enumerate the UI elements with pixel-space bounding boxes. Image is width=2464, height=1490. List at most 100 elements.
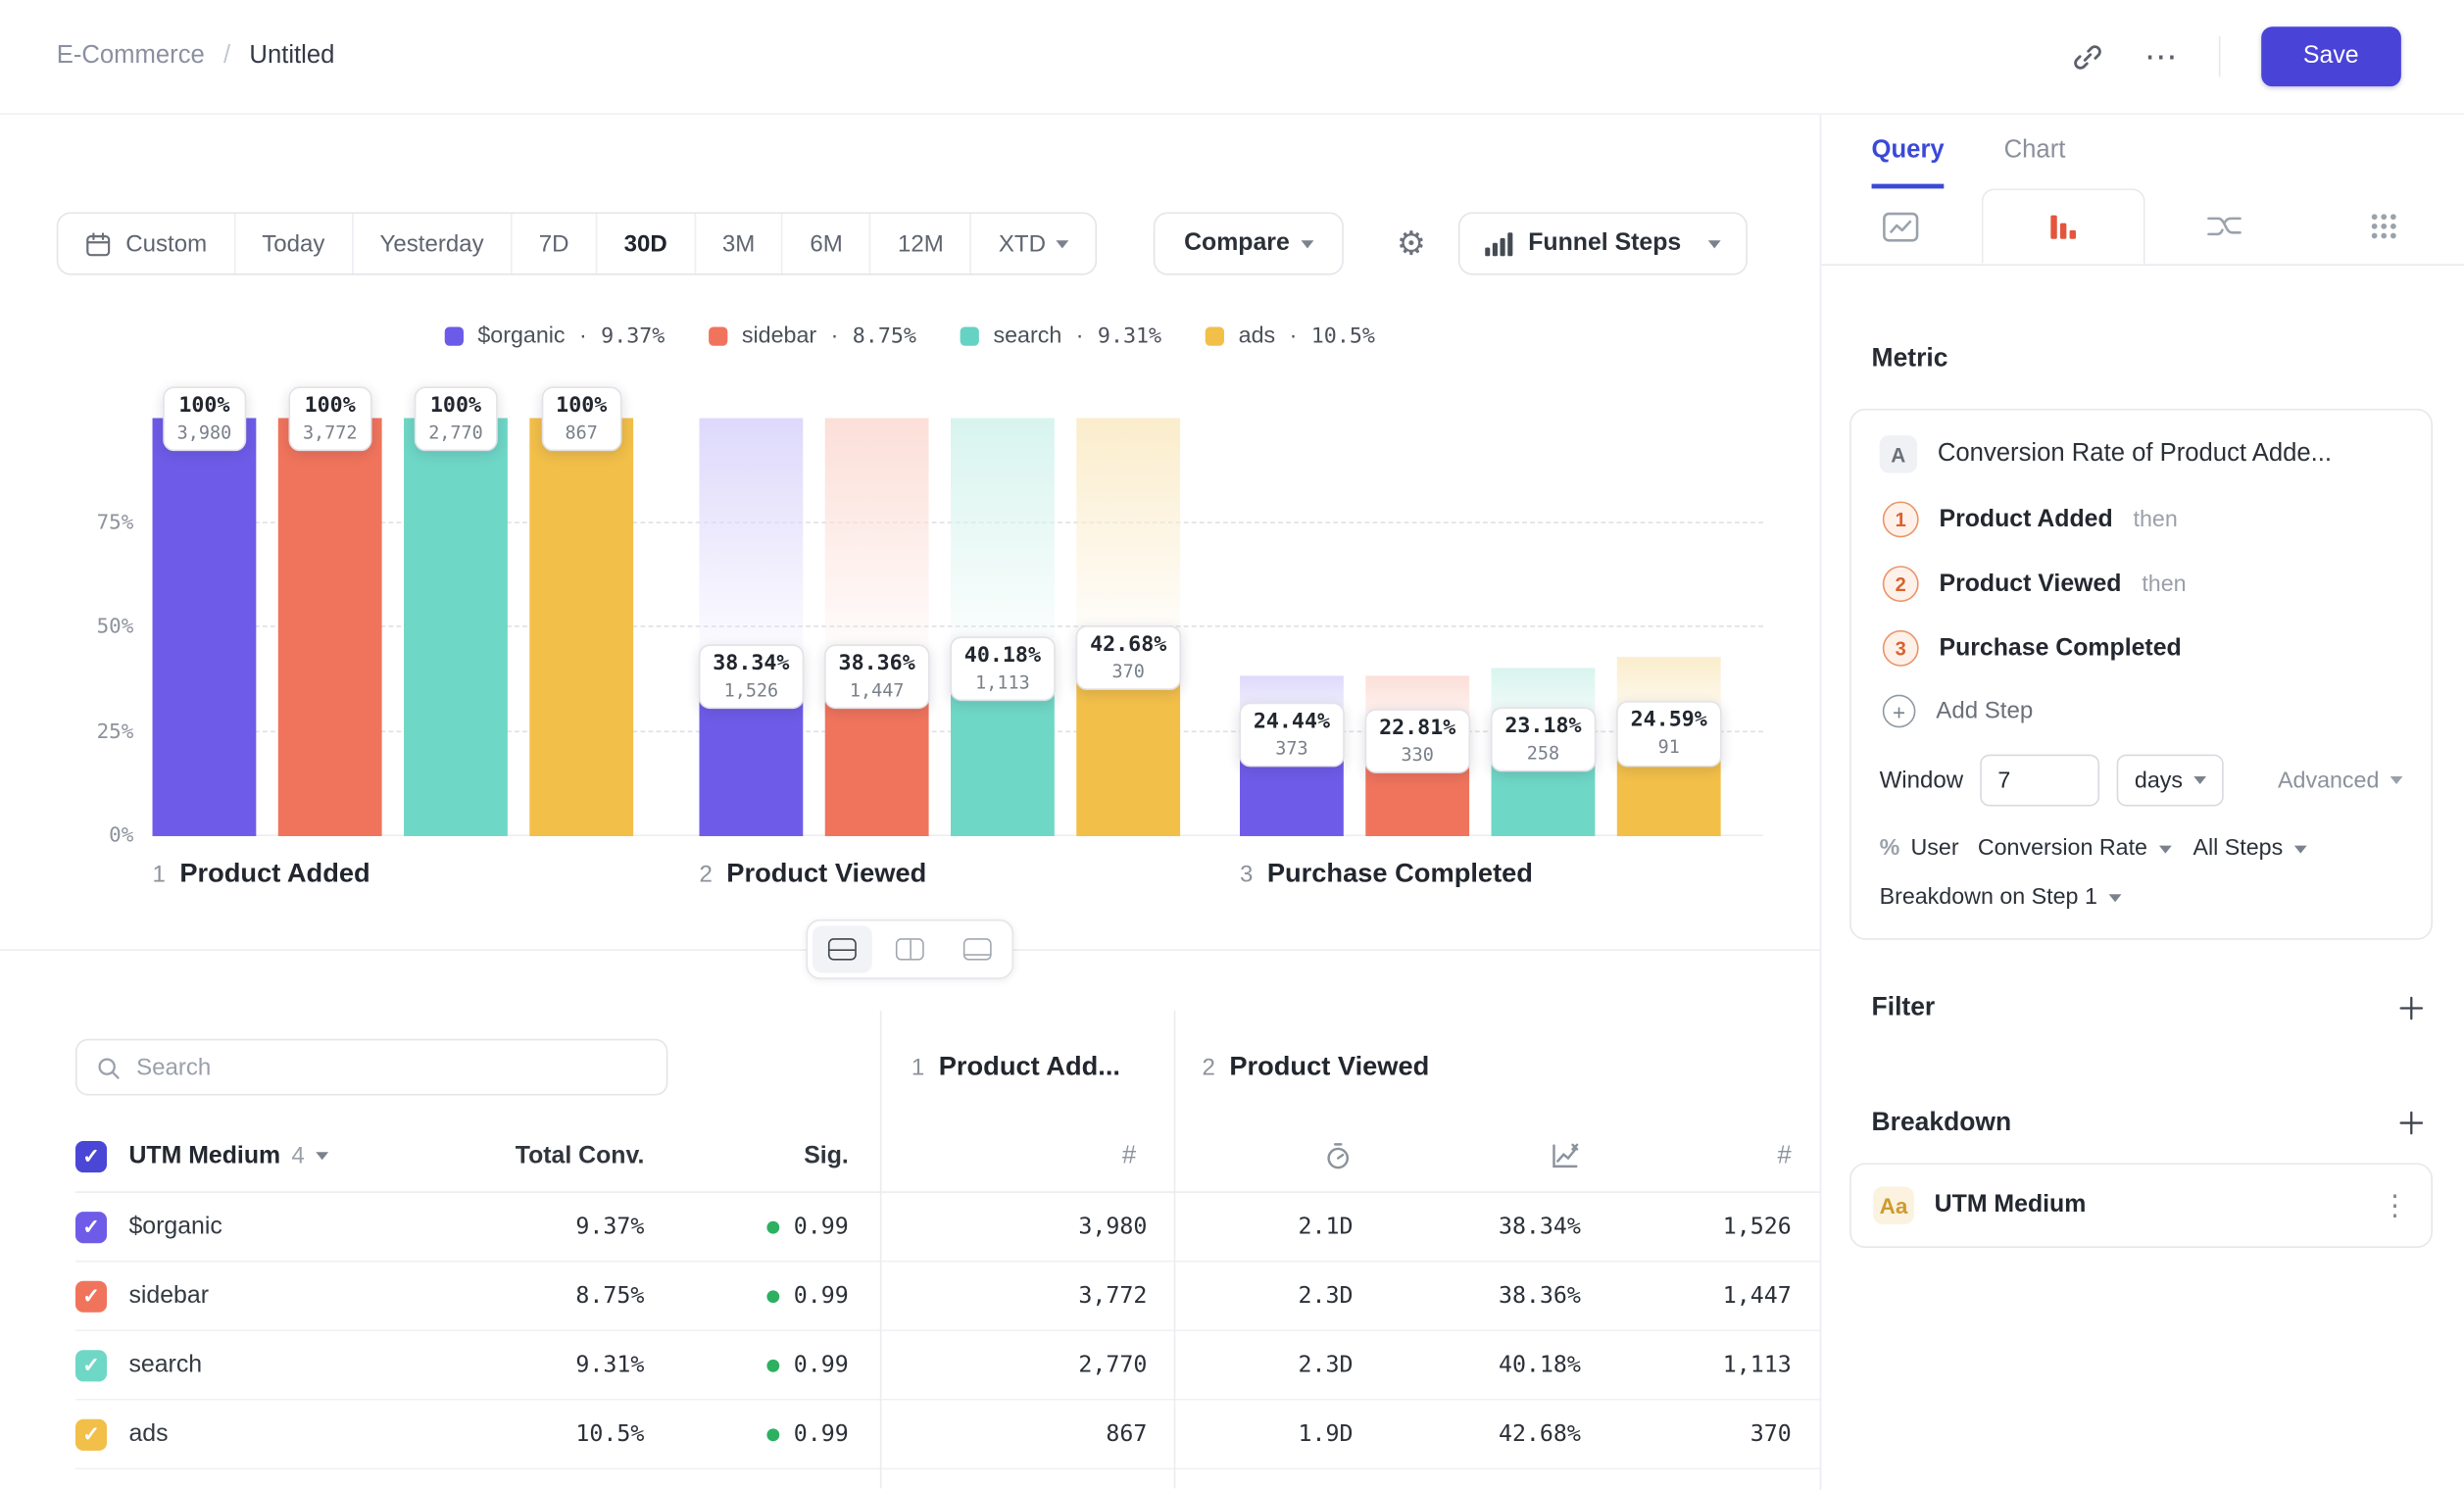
select-all-checkbox[interactable]: ✓ <box>75 1140 107 1171</box>
breakdown-column-header[interactable]: UTM Medium 4 <box>128 1142 487 1170</box>
view-split-horizontal-button[interactable] <box>813 925 872 972</box>
step2-conv-header[interactable] <box>1359 1141 1587 1170</box>
bar-chart-icon <box>2048 212 2077 240</box>
bar-remainder <box>1076 419 1180 658</box>
bar-ads-step3[interactable]: 24.59%91 <box>1617 418 1721 835</box>
breakdown-property-card[interactable]: Aa UTM Medium ⋮ <box>1849 1163 2433 1248</box>
add-filter-button[interactable] <box>2396 993 2426 1022</box>
bar-ads-step1[interactable]: 100%867 <box>529 418 633 835</box>
metric-step-2[interactable]: 2Product Viewedthen <box>1880 566 2403 602</box>
row-name[interactable]: $organic <box>128 1213 487 1241</box>
step-label-1: 1Product Added <box>153 858 370 889</box>
step2-time-header[interactable] <box>1174 1141 1359 1170</box>
query-panel: Query Chart Metric A <box>1820 115 2464 1490</box>
bar-chart-icon <box>1484 231 1512 257</box>
view-panel-bottom-button[interactable] <box>948 925 1008 972</box>
range-6m[interactable]: 6M <box>783 214 871 273</box>
window-unit-select[interactable]: days <box>2117 755 2223 807</box>
breakdown-step-dropdown[interactable]: Breakdown on Step 1 <box>1880 885 2403 911</box>
metric-step-3[interactable]: 3Purchase Completed <box>1880 630 2403 667</box>
window-input[interactable] <box>1981 755 2100 807</box>
metric-step-label: Product Viewed <box>1939 570 2121 598</box>
metric-title-row[interactable]: A Conversion Rate of Product Adde... <box>1880 435 2403 472</box>
legend-item-organic[interactable]: $organic·9.37% <box>445 323 665 349</box>
search-box[interactable] <box>75 1039 667 1096</box>
bar-fill <box>404 418 508 835</box>
callout-count: 3,980 <box>177 421 232 443</box>
total-conv-value: 8.75% <box>487 1283 644 1309</box>
breadcrumb-current[interactable]: Untitled <box>249 42 334 71</box>
range-yesterday[interactable]: Yesterday <box>353 214 512 273</box>
tab-line-chart[interactable] <box>1821 188 1981 264</box>
row-checkbox[interactable]: ✓ <box>75 1418 107 1450</box>
total-conv-label: Total Conv. <box>516 1142 645 1170</box>
bar-organic-step2[interactable]: 38.34%1,526 <box>699 418 803 835</box>
conversion-rate-dropdown[interactable]: Conversion Rate <box>1978 836 2171 862</box>
range-today[interactable]: Today <box>235 214 353 273</box>
compare-button[interactable]: Compare <box>1155 212 1344 274</box>
all-steps-dropdown[interactable]: All Steps <box>2193 836 2306 862</box>
bar-search-step3[interactable]: 23.18%258 <box>1492 418 1596 835</box>
tab-grid-chart[interactable] <box>2304 188 2464 264</box>
bar-callout: 38.34%1,526 <box>699 644 804 709</box>
row-checkbox[interactable]: ✓ <box>75 1211 107 1242</box>
gear-icon[interactable]: ⚙ <box>1397 224 1426 263</box>
step2-count-header[interactable]: # <box>1587 1142 1819 1170</box>
bar-organic-step1[interactable]: 100%3,980 <box>153 418 257 835</box>
row-checkbox[interactable]: ✓ <box>75 1280 107 1312</box>
range-xtd[interactable]: XTD <box>972 214 1097 273</box>
metric-step-suffix: then <box>2134 507 2178 532</box>
user-label[interactable]: User <box>1910 836 1958 862</box>
save-button[interactable]: Save <box>2261 26 2401 86</box>
range-label: 12M <box>898 230 944 257</box>
kebab-menu-icon[interactable]: ⋮ <box>2381 1189 2409 1222</box>
total-conv-header[interactable]: Total Conv. <box>487 1142 644 1170</box>
range-custom[interactable]: Custom <box>58 214 235 273</box>
table-rows: ✓$organic9.37%0.993,9802.1D38.34%1,526✓s… <box>0 1193 1820 1469</box>
hash-icon: # <box>1122 1142 1136 1170</box>
share-link-icon[interactable] <box>2071 40 2104 74</box>
step-labels-row: 1Product Added2Product Viewed3Purchase C… <box>153 836 1820 909</box>
row-name[interactable]: search <box>128 1351 487 1379</box>
bar-sidebar-step3[interactable]: 22.81%330 <box>1365 418 1469 835</box>
bar-search-step2[interactable]: 40.18%1,113 <box>951 418 1055 835</box>
row-name[interactable]: ads <box>128 1420 487 1449</box>
step2-count: 1,526 <box>1587 1215 1819 1240</box>
tab-chart[interactable]: Chart <box>2004 115 2066 188</box>
row-checkbox[interactable]: ✓ <box>75 1349 107 1380</box>
range-30d[interactable]: 30D <box>597 214 695 273</box>
add-step-button[interactable]: + Add Step <box>1880 695 2403 728</box>
bar-sidebar-step2[interactable]: 38.36%1,447 <box>825 418 929 835</box>
metric-step-1[interactable]: 1Product Addedthen <box>1880 501 2403 537</box>
chart-type-button[interactable]: Funnel Steps <box>1457 212 1748 274</box>
legend-item-ads[interactable]: ads·10.5% <box>1206 323 1375 349</box>
sig-header[interactable]: Sig. <box>644 1142 879 1170</box>
breadcrumb-root[interactable]: E-Commerce <box>57 42 205 71</box>
add-breakdown-button[interactable] <box>2396 1108 2426 1137</box>
tab-query[interactable]: Query <box>1872 115 1945 188</box>
range-label: Yesterday <box>380 230 484 257</box>
window-label: Window <box>1880 767 1964 793</box>
funnel-step-group-3: 24.44%37322.81%33023.18%25824.59%91 <box>1240 418 1721 835</box>
compare-label: Compare <box>1184 229 1290 258</box>
callout-percent: 100% <box>303 392 358 419</box>
bar-sidebar-step1[interactable]: 100%3,772 <box>278 418 382 835</box>
table-row-search: ✓search9.31%0.992,7702.3D40.18%1,113 <box>75 1331 1820 1401</box>
advanced-dropdown[interactable]: Advanced <box>2278 768 2402 793</box>
bar-organic-step3[interactable]: 24.44%373 <box>1240 418 1344 835</box>
step1-count-header[interactable]: # <box>880 1142 1174 1170</box>
tab-flow-chart[interactable] <box>2144 188 2304 264</box>
row-name[interactable]: sidebar <box>128 1282 487 1311</box>
legend-item-sidebar[interactable]: sidebar·8.75% <box>709 323 916 349</box>
tab-bar-chart[interactable] <box>1981 188 2144 264</box>
range-12m[interactable]: 12M <box>871 214 972 273</box>
view-split-vertical-button[interactable] <box>880 925 940 972</box>
legend-item-search[interactable]: search·9.31% <box>961 323 1161 349</box>
bar-ads-step2[interactable]: 42.68%370 <box>1076 418 1180 835</box>
bar-search-step1[interactable]: 100%2,770 <box>404 418 508 835</box>
range-7d[interactable]: 7D <box>513 214 598 273</box>
more-menu-icon[interactable]: ⋯ <box>2144 40 2178 74</box>
range-3m[interactable]: 3M <box>696 214 784 273</box>
search-input[interactable] <box>136 1054 647 1080</box>
sig-dot <box>767 1428 780 1441</box>
